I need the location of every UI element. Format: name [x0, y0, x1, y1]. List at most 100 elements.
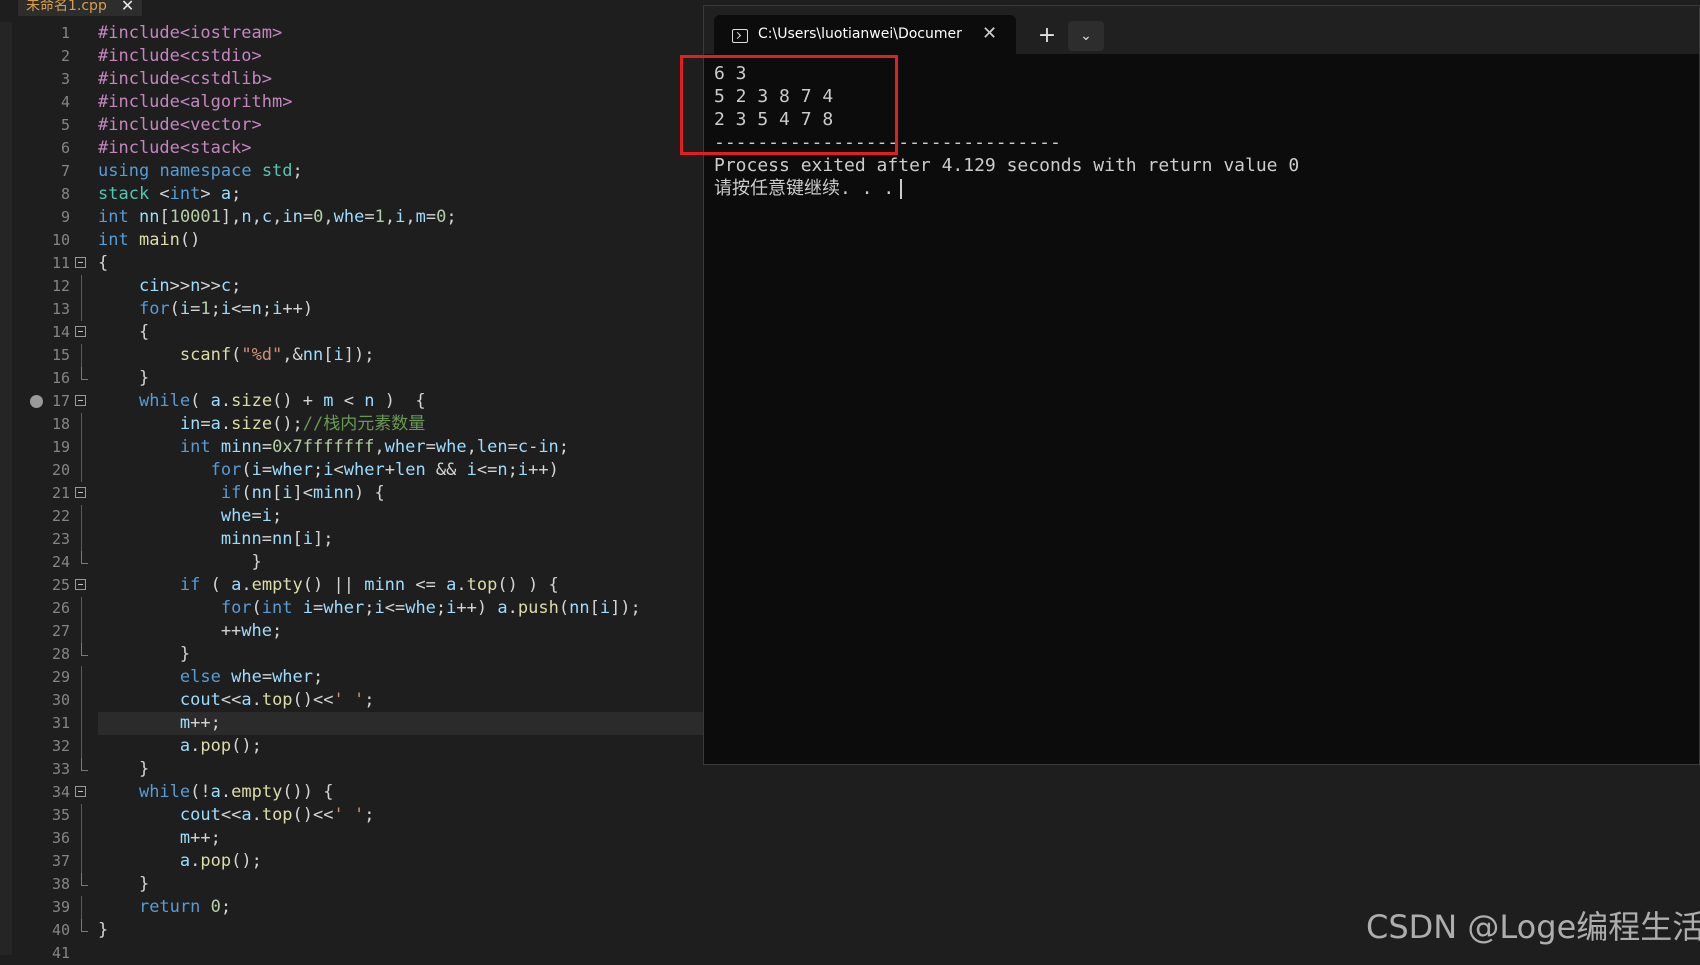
- prompt-text: 请按任意键继续. . .: [714, 178, 895, 199]
- code-text: #include<cstdlib>: [98, 69, 272, 89]
- fold-guide: [81, 758, 88, 771]
- fold-toggle-icon[interactable]: [75, 786, 86, 797]
- code-text: int main(): [98, 230, 201, 250]
- code-line[interactable]: 4 #include<algorithm>: [0, 91, 720, 114]
- code-line[interactable]: 5 #include<vector>: [0, 114, 720, 137]
- fold-guide: [81, 919, 88, 932]
- code-line[interactable]: 34 while(!a.empty()) {: [0, 781, 720, 804]
- terminal-tab[interactable]: C:\Users\luotianwei\Documer ✕: [714, 15, 1016, 55]
- code-line[interactable]: 1 #include<iostream>: [0, 22, 720, 45]
- code-line[interactable]: 37 a.pop();: [0, 850, 720, 873]
- code-text: int nn[10001],n,c,in=0,whe=1,i,m=0;: [98, 207, 457, 227]
- fold-guide: [81, 528, 82, 551]
- line-number: 19: [51, 438, 70, 456]
- code-text: #include<cstdio>: [98, 46, 262, 66]
- fold-guide: [81, 505, 82, 528]
- fold-guide: [81, 689, 82, 712]
- code-line[interactable]: 10 int main(): [0, 229, 720, 252]
- line-number: 30: [51, 691, 70, 709]
- fold-guide: [81, 413, 82, 436]
- code-line[interactable]: 32 a.pop();: [0, 735, 720, 758]
- code-line[interactable]: 26 for(int i=wher;i<=whe;i++) a.push(nn[…: [0, 597, 720, 620]
- fold-guide: [81, 620, 82, 643]
- code-text: a.pop();: [179, 851, 262, 871]
- line-number: 20: [51, 461, 70, 479]
- close-icon[interactable]: ✕: [982, 23, 997, 44]
- line-number: 18: [51, 415, 70, 433]
- code-line[interactable]: 23 minn=nn[i];: [0, 528, 720, 551]
- line-number: 9: [60, 208, 70, 226]
- code-line[interactable]: 21 if(nn[i]<minn) {: [0, 482, 720, 505]
- line-number: 36: [51, 829, 70, 847]
- code-line[interactable]: 33 }: [0, 758, 720, 781]
- code-line[interactable]: 38 }: [0, 873, 720, 896]
- code-line[interactable]: 6 #include<stack>: [0, 137, 720, 160]
- fold-guide: [81, 344, 82, 367]
- code-line[interactable]: 36 m++;: [0, 827, 720, 850]
- code-line[interactable]: 16 }: [0, 367, 720, 390]
- code-text: cin>>n>>c;: [138, 276, 242, 296]
- code-line[interactable]: 18 in=a.size();//栈内元素数量: [0, 413, 720, 436]
- code-line[interactable]: 25 if ( a.empty() || minn <= a.top() ) {: [0, 574, 720, 597]
- line-number: 40: [51, 921, 70, 939]
- line-number: 8: [60, 185, 70, 203]
- code-line[interactable]: 19 int minn=0x7fffffff,wher=whe,len=c-in…: [0, 436, 720, 459]
- line-number: 21: [51, 484, 70, 502]
- line-number: 28: [51, 645, 70, 663]
- fold-toggle-icon[interactable]: [75, 395, 86, 406]
- file-tab[interactable]: 未命名1.cpp ✕: [18, 0, 143, 16]
- code-line[interactable]: 14 {: [0, 321, 720, 344]
- fold-guide: [81, 436, 82, 459]
- fold-guide: [81, 551, 88, 564]
- code-area[interactable]: 1 #include<iostream> 2 #include<cstdio> 3 #in…: [0, 22, 720, 962]
- fold-toggle-icon[interactable]: [75, 579, 86, 590]
- line-number: 6: [60, 139, 70, 157]
- line-number: 5: [60, 116, 70, 134]
- line-number: 2: [60, 47, 70, 65]
- code-line[interactable]: 7 using namespace std;: [0, 160, 720, 183]
- code-text: a.pop();: [179, 736, 262, 756]
- watermark: CSDN @Loge编程生活: [1366, 908, 1700, 946]
- new-tab-button[interactable]: +: [1030, 21, 1064, 51]
- code-text: return 0;: [138, 897, 232, 917]
- code-text: in=a.size();//栈内元素数量: [179, 414, 426, 434]
- code-line[interactable]: 3 #include<cstdlib>: [0, 68, 720, 91]
- code-text: scanf("%d",&nn[i]);: [179, 345, 375, 365]
- code-line[interactable]: 9 int nn[10001],n,c,in=0,whe=1,i,m=0;: [0, 206, 720, 229]
- close-icon[interactable]: ✕: [121, 0, 134, 16]
- code-line[interactable]: 13 for(i=1;i<=n;i++): [0, 298, 720, 321]
- line-number: 1: [60, 24, 70, 42]
- code-line[interactable]: 8 stack <int> a;: [0, 183, 720, 206]
- code-text: #include<stack>: [98, 138, 252, 158]
- code-line[interactable]: 28 }: [0, 643, 720, 666]
- code-line[interactable]: 24 }: [0, 551, 720, 574]
- highlight-box: [680, 55, 898, 155]
- code-line[interactable]: 22 whe=i;: [0, 505, 720, 528]
- fold-toggle-icon[interactable]: [75, 326, 86, 337]
- code-text: }: [98, 552, 262, 572]
- chevron-down-icon[interactable]: ⌄: [1068, 21, 1104, 51]
- code-line[interactable]: 2 #include<cstdio>: [0, 45, 720, 68]
- code-line[interactable]: 15 scanf("%d",&nn[i]);: [0, 344, 720, 367]
- code-text: for(i=wher;i<wher+len && i<=n;i++): [210, 460, 559, 480]
- code-line[interactable]: 41: [0, 942, 720, 965]
- code-line[interactable]: 39 return 0;: [0, 896, 720, 919]
- code-text: stack <int> a;: [98, 184, 242, 204]
- code-line[interactable]: 35 cout<<a.top()<<' ';: [0, 804, 720, 827]
- code-line[interactable]: 30 cout<<a.top()<<' ';: [0, 689, 720, 712]
- line-number: 13: [51, 300, 70, 318]
- code-line[interactable]: 31 m++;: [0, 712, 720, 735]
- fold-toggle-icon[interactable]: [75, 257, 86, 268]
- code-text: #include<iostream>: [98, 23, 283, 43]
- code-line[interactable]: 11 {: [0, 252, 720, 275]
- fold-guide: [81, 827, 82, 850]
- code-line[interactable]: 17 while( a.size() + m < n ) {: [0, 390, 720, 413]
- line-number: 10: [51, 231, 70, 249]
- code-line[interactable]: 27 ++whe;: [0, 620, 720, 643]
- code-text: if(nn[i]<minn) {: [220, 483, 385, 503]
- code-line[interactable]: 12 cin>>n>>c;: [0, 275, 720, 298]
- fold-toggle-icon[interactable]: [75, 487, 86, 498]
- code-line[interactable]: 20 for(i=wher;i<wher+len && i<=n;i++): [0, 459, 720, 482]
- code-line[interactable]: 40}: [0, 919, 720, 942]
- code-line[interactable]: 29 else whe=wher;: [0, 666, 720, 689]
